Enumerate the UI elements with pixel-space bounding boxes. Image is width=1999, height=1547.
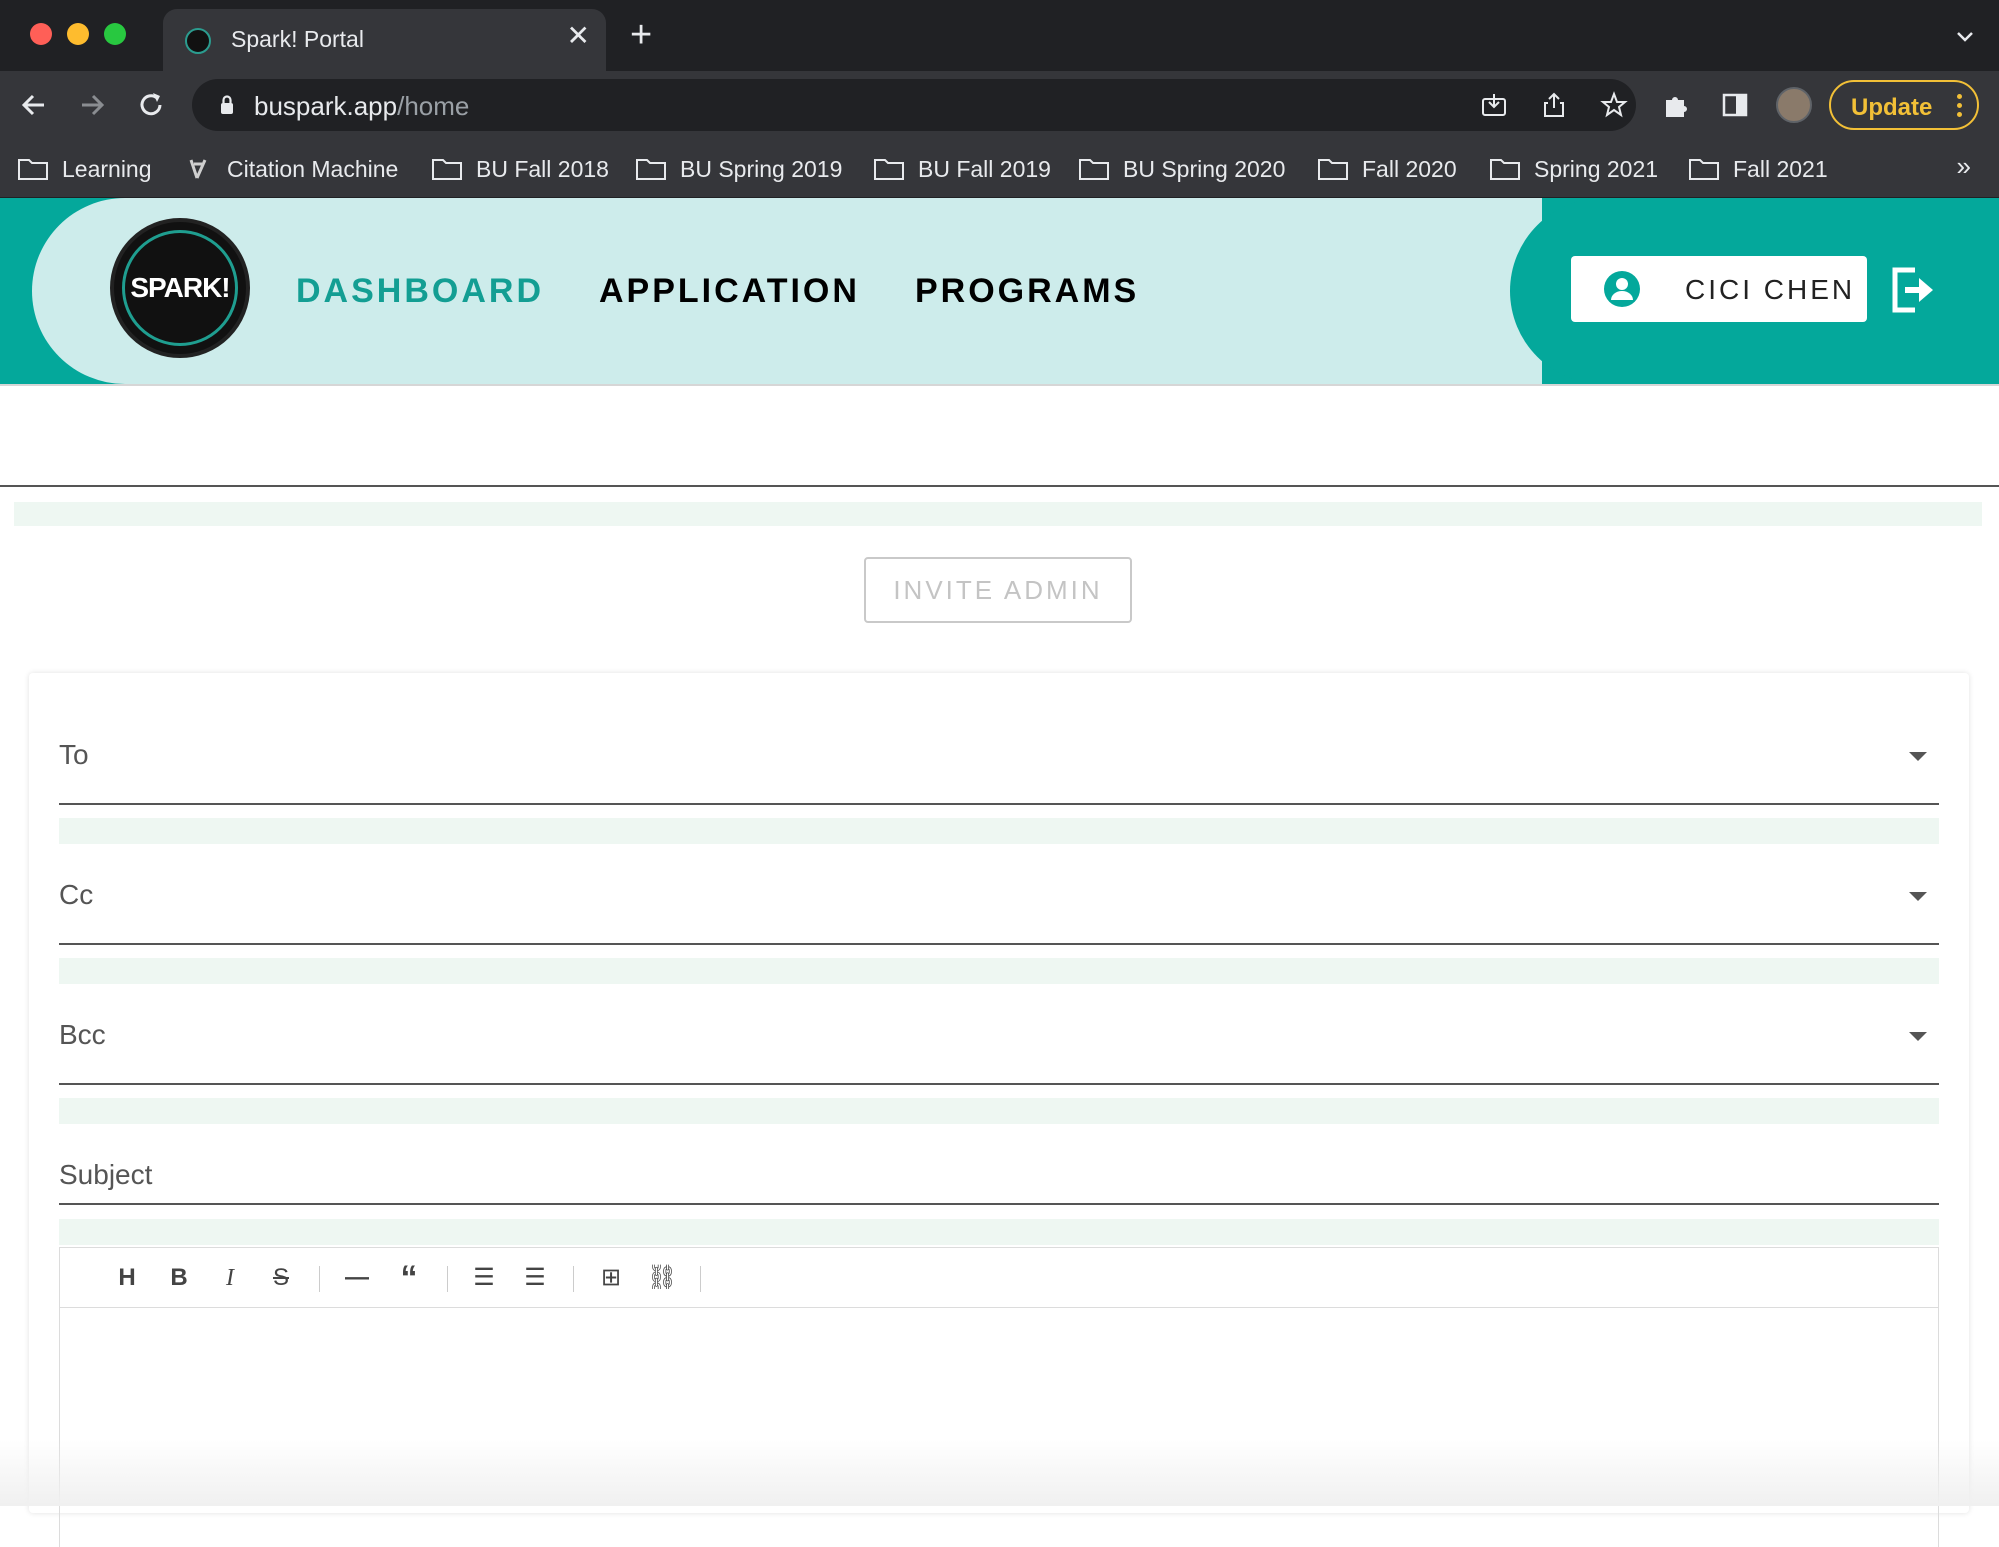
folder-icon [1079, 159, 1109, 180]
browser-tab-bar: Spark! Portal ✕ + [0, 0, 1999, 71]
citation-machine-icon [189, 159, 207, 179]
bookmark-star-icon[interactable] [1600, 91, 1628, 119]
folder-icon [1318, 159, 1348, 180]
cc-underline [59, 943, 1939, 945]
install-app-icon[interactable] [1480, 91, 1508, 119]
bullet-list-icon[interactable]: ☰ [468, 1262, 500, 1294]
cc-dropdown-caret-icon[interactable] [1909, 892, 1927, 901]
header-nav-panel: SPARK! DASHBOARD APPLICATION PROGRAMS [32, 198, 1542, 384]
update-label: Update [1851, 94, 1933, 121]
url-path: /home [397, 91, 470, 121]
editor-toolbar: H B I S — “ ☰ ☰ ⊞ ⛓ [60, 1248, 1938, 1308]
bookmarks-overflow-icon[interactable]: » [1957, 151, 1971, 182]
table-icon[interactable]: ⊞ [595, 1262, 627, 1294]
side-panel-icon[interactable] [1720, 90, 1750, 120]
bookmark-label: Learning [62, 156, 152, 182]
bookmark-label: BU Fall 2019 [918, 156, 1051, 182]
toolbar-separator [447, 1266, 448, 1292]
folder-icon [18, 159, 48, 180]
update-button[interactable]: Update [1829, 80, 1979, 130]
cc-field[interactable]: Cc [59, 813, 1939, 984]
tab-title: Spark! Portal [231, 26, 364, 52]
close-tab-icon[interactable]: ✕ [567, 22, 590, 50]
spacer-strip [14, 502, 1982, 526]
strikethrough-icon[interactable]: S [265, 1262, 297, 1294]
heading-icon[interactable]: H [111, 1262, 143, 1294]
bcc-label: Bcc [59, 1019, 106, 1050]
bookmark-label: Spring 2021 [1534, 156, 1659, 182]
back-arrow-icon[interactable] [16, 87, 52, 123]
bookmark-label: Fall 2020 [1362, 156, 1457, 182]
share-icon[interactable] [1540, 91, 1568, 119]
user-profile-button[interactable]: CICI CHEN [1571, 256, 1867, 322]
logout-icon[interactable] [1889, 264, 1937, 316]
close-window-button[interactable] [30, 23, 52, 45]
extensions-puzzle-icon[interactable] [1661, 90, 1691, 120]
profile-avatar[interactable] [1776, 87, 1812, 123]
folder-icon [1490, 159, 1520, 180]
folder-icon [874, 159, 904, 180]
field-spacer [59, 1219, 1939, 1245]
bookmark-label: BU Fall 2018 [476, 156, 609, 182]
nav-application[interactable]: APPLICATION [599, 272, 860, 311]
bcc-dropdown-caret-icon[interactable] [1909, 1032, 1927, 1041]
toolbar-separator [700, 1266, 701, 1292]
bold-icon[interactable]: B [163, 1262, 195, 1294]
subject-label: Subject [59, 1159, 153, 1190]
user-circle-icon [1604, 271, 1640, 307]
bookmark-label: BU Spring 2020 [1123, 156, 1286, 182]
numbered-list-icon[interactable]: ☰ [519, 1262, 551, 1294]
logo-text: SPARK! [130, 272, 230, 303]
folder-icon [1689, 159, 1719, 180]
bookmark-label: BU Spring 2019 [680, 156, 843, 182]
chevron-down-icon[interactable] [1955, 26, 1975, 46]
url-text: buspark.app/home [254, 91, 469, 122]
user-name: CICI CHEN [1685, 274, 1856, 305]
invite-admin-button[interactable]: INVITE ADMIN [864, 557, 1132, 623]
quote-icon[interactable]: “ [393, 1261, 425, 1295]
compose-email-card: To Cc Bcc Subject H B I S — “ ☰ ☰ ⊞ ⛓ [29, 673, 1969, 1547]
forward-arrow-icon[interactable] [74, 87, 110, 123]
cc-label: Cc [59, 879, 94, 910]
to-label: To [59, 739, 89, 770]
bottom-fade [0, 1440, 1999, 1506]
italic-icon[interactable]: I [214, 1262, 246, 1294]
spark-logo[interactable]: SPARK! [110, 218, 250, 358]
folder-icon [432, 159, 462, 180]
nav-dashboard[interactable]: DASHBOARD [296, 272, 544, 311]
toolbar-separator [573, 1266, 574, 1292]
spark-favicon-icon [185, 28, 211, 54]
horizontal-rule-icon[interactable]: — [341, 1262, 373, 1294]
to-field[interactable]: To [59, 673, 1939, 844]
subject-field[interactable]: Subject [59, 1093, 1939, 1245]
nav-programs[interactable]: PROGRAMS [915, 272, 1139, 311]
lock-icon[interactable] [216, 93, 238, 117]
browser-toolbar: buspark.app/home [0, 71, 1999, 141]
reload-icon[interactable] [133, 87, 169, 123]
toolbar-separator [319, 1266, 320, 1292]
bookmark-label: Fall 2021 [1733, 156, 1828, 182]
minimize-window-button[interactable] [67, 23, 89, 45]
subject-underline [59, 1203, 1939, 1205]
kebab-menu-icon[interactable] [1957, 90, 1963, 121]
address-bar[interactable]: buspark.app/home [192, 79, 1636, 131]
folder-icon [636, 159, 666, 180]
header-border [0, 384, 1999, 386]
bookmarks-bar: Learning Citation Machine BU Fall 2018 B… [0, 141, 1999, 198]
bookmark-label: Citation Machine [227, 156, 399, 182]
browser-tab-active[interactable]: Spark! Portal ✕ [163, 9, 606, 71]
bcc-field[interactable]: Bcc [59, 953, 1939, 1124]
link-icon[interactable]: ⛓ [646, 1262, 678, 1294]
bcc-underline [59, 1083, 1939, 1085]
content-divider [0, 485, 1999, 487]
url-domain: buspark.app [254, 91, 398, 121]
to-underline [59, 803, 1939, 805]
new-tab-icon[interactable]: + [630, 16, 652, 54]
to-dropdown-caret-icon[interactable] [1909, 752, 1927, 761]
maximize-window-button[interactable] [104, 23, 126, 45]
